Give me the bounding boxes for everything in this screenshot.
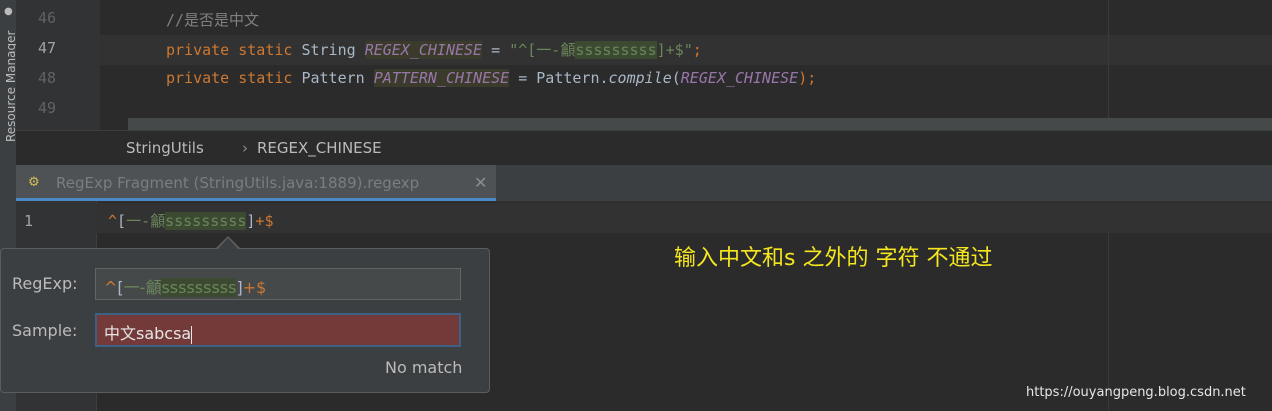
- regexp-field[interactable]: ^[一-龥sssssssss]+$: [95, 268, 461, 300]
- regex-bracket: [: [117, 212, 127, 230]
- regexp-file-icon: ⚙: [28, 175, 40, 190]
- match-status: No match: [385, 358, 463, 377]
- type-name: Pattern: [301, 69, 365, 87]
- keyword: static: [238, 69, 293, 87]
- keyword: static: [238, 41, 293, 59]
- string-literal-highlight: sssssssss: [575, 41, 657, 59]
- line-number: 46: [37, 9, 56, 27]
- close-icon[interactable]: ✕: [474, 173, 487, 192]
- regex-range: 龥: [145, 278, 162, 297]
- line-number: 1: [24, 212, 34, 230]
- line-number: 48: [37, 69, 56, 87]
- field-name: REGEX_CHINESE: [364, 41, 483, 59]
- paren: (: [671, 69, 681, 87]
- field-reference: REGEX_CHINESE: [680, 69, 799, 87]
- regex-range: 一-: [123, 278, 146, 297]
- paren-semicolon: );: [798, 69, 817, 87]
- string-literal: 龥: [560, 41, 576, 59]
- method-call: compile: [608, 69, 672, 87]
- keyword: private: [166, 69, 230, 87]
- class-reference: Pattern.: [536, 69, 609, 87]
- regex-quantifier: +: [242, 278, 257, 297]
- code-line-pattern-constant: private static Pattern PATTERN_CHINESE =…: [166, 69, 816, 87]
- code-line-regex-constant: private static String REGEX_CHINESE = "^…: [166, 39, 702, 60]
- regex-anchor: ^: [104, 278, 118, 297]
- line-number: 47: [37, 39, 56, 57]
- regex-range: 龥: [150, 212, 166, 230]
- breadcrumb-class[interactable]: StringUtils: [126, 139, 204, 157]
- popup-pointer-fill: [218, 238, 238, 249]
- annotation-text: 输入中文和s 之外的 字符 不通过: [674, 246, 993, 271]
- regex-anchor: ^: [108, 212, 118, 230]
- breadcrumb-field[interactable]: REGEX_CHINESE: [257, 139, 382, 157]
- keyword: private: [166, 41, 230, 59]
- sample-input[interactable]: 中文sabcsa: [95, 313, 461, 347]
- field-name: PATTERN_CHINESE: [373, 69, 510, 87]
- breadcrumb: StringUtils › REGEX_CHINESE: [16, 130, 1272, 166]
- editor-tab-bar: ⚙ RegExp Fragment (StringUtils.java:1889…: [16, 165, 1272, 202]
- regexp-label: RegExp:: [12, 274, 78, 293]
- operator: =: [509, 69, 537, 87]
- code-editor[interactable]: [100, 0, 1272, 130]
- type-name: String: [301, 41, 356, 59]
- text-cursor: [191, 325, 193, 344]
- folded-code-region[interactable]: [128, 118, 1272, 130]
- string-literal: ]+$": [656, 41, 693, 59]
- sample-label: Sample:: [12, 321, 78, 340]
- regex-chars-highlight: sssssssss: [165, 212, 247, 230]
- tab-label: RegExp Fragment (StringUtils.java:1889).…: [56, 174, 420, 192]
- tab-regexp-fragment[interactable]: ⚙ RegExp Fragment (StringUtils.java:1889…: [16, 165, 496, 201]
- regexp-fragment-code[interactable]: ^[一-龥sssssssss]+$: [108, 210, 273, 231]
- regex-anchor: $: [256, 278, 267, 297]
- operator: =: [482, 41, 510, 59]
- breadcrumb-separator: ›: [242, 139, 248, 157]
- regex-anchor: $: [264, 212, 274, 230]
- regex-range: 一-: [126, 212, 151, 230]
- tool-window-icon: ●: [4, 6, 13, 17]
- sample-value: 中文sabcsa: [104, 324, 192, 343]
- semicolon: ;: [692, 41, 702, 59]
- watermark: https://ouyangpeng.blog.csdn.net: [1026, 385, 1246, 400]
- code-comment: //是否是中文: [166, 11, 260, 29]
- line-number: 49: [37, 99, 56, 117]
- check-regexp-popup: RegExp: ^[一-龥sssssssss]+$ Sample: 中文sabc…: [0, 248, 490, 393]
- string-literal: "^[一-: [509, 41, 561, 59]
- regex-chars-highlight: sssssssss: [161, 278, 237, 297]
